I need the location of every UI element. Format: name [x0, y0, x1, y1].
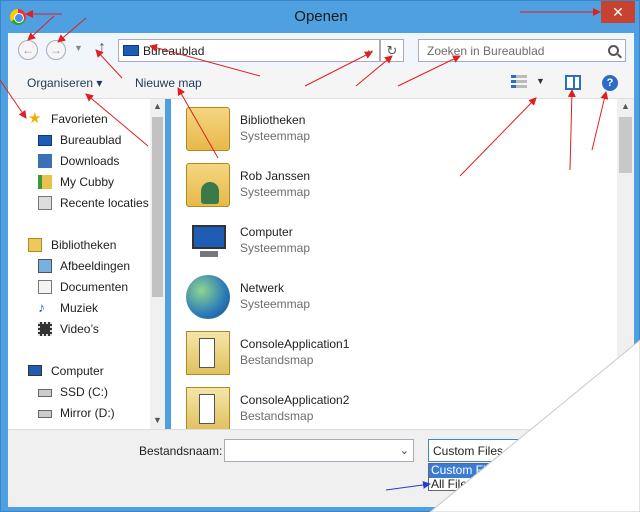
filetype-option-all[interactable]: All File	[429, 478, 497, 492]
address-text: Bureaublad	[143, 44, 205, 58]
scroll-down-icon[interactable]: ▼	[621, 415, 630, 425]
close-button[interactable]: ✕	[601, 1, 635, 23]
sidebar-item-drive-c[interactable]: SSD (C:)	[8, 382, 148, 402]
scroll-down-icon[interactable]: ▼	[153, 415, 162, 425]
list-item[interactable]: ConsoleApplication1 Bestandsmap	[186, 327, 586, 383]
file-list-scrollbar[interactable]: ▲ ▼	[617, 99, 634, 429]
list-item[interactable]: Netwerk Systeemmap	[186, 271, 586, 327]
recent-locations-dropdown-icon[interactable]: ▼	[74, 43, 83, 53]
navigation-pane: ★ Favorieten Bureaublad Downloads My Cub…	[8, 99, 165, 429]
help-icon[interactable]: ?	[602, 75, 618, 91]
user-folder-icon	[186, 163, 230, 207]
network-icon	[186, 275, 230, 319]
sidebar-item-favorites[interactable]: ★ Favorieten	[8, 109, 148, 129]
search-icon[interactable]	[608, 45, 619, 56]
computer-icon	[28, 365, 42, 376]
libraries-folder-icon	[186, 107, 230, 151]
sidebar-item-drive-d[interactable]: Mirror (D:)	[8, 403, 148, 423]
star-icon: ★	[28, 110, 42, 127]
scroll-up-icon[interactable]: ▲	[621, 101, 630, 111]
organize-menu[interactable]: Organiseren ▾	[27, 76, 102, 90]
filetype-value: Custom Files	[433, 444, 504, 458]
pictures-icon	[38, 259, 52, 273]
sidebar-scrollbar[interactable]: ▲ ▼	[150, 99, 165, 429]
music-icon: ♪	[38, 299, 45, 315]
chevron-down-icon[interactable]: ⌄	[366, 43, 375, 56]
cubby-icon	[38, 175, 52, 189]
preview-pane-icon[interactable]	[565, 75, 581, 90]
filename-input[interactable]: ⌄	[224, 439, 414, 462]
sidebar-item-libraries[interactable]: Bibliotheken	[8, 235, 148, 255]
drive-icon	[38, 410, 52, 418]
sidebar-item-computer[interactable]: Computer	[8, 361, 148, 381]
sidebar-item-desktop[interactable]: Bureaublad	[8, 130, 148, 150]
list-item[interactable]: Computer Systeemmap	[186, 215, 586, 271]
chevron-down-icon[interactable]: ⌄	[602, 444, 611, 457]
sidebar-item-mycubby[interactable]: My Cubby	[8, 172, 148, 192]
libraries-icon	[28, 238, 42, 252]
cancel-button[interactable]: Annuleren	[529, 468, 613, 492]
list-item[interactable]: Bibliotheken Systeemmap	[186, 103, 586, 159]
filetype-dropdown-list: Custom Fi All File	[428, 463, 498, 491]
file-list: Bibliotheken Systeemmap Rob Janssen Syst…	[171, 99, 617, 431]
desktop-icon	[38, 135, 52, 146]
title-bar: Openen ✕	[1, 1, 640, 33]
view-dropdown-icon[interactable]: ▼	[536, 76, 545, 86]
command-bar: Organiseren ▾ Nieuwe map ▼ ?	[8, 67, 634, 99]
forward-arrow-icon[interactable]: →	[46, 40, 66, 60]
sidebar-item-documents[interactable]: Documenten	[8, 277, 148, 297]
sidebar-item-downloads[interactable]: Downloads	[8, 151, 148, 171]
filename-label: Bestandsnaam:	[139, 444, 223, 458]
search-placeholder: Zoeken in Bureaublad	[427, 44, 545, 58]
filetype-option-custom[interactable]: Custom Fi	[429, 464, 497, 478]
sidebar-item-videos[interactable]: Video’s	[8, 319, 148, 339]
search-input[interactable]: Zoeken in Bureaublad	[418, 39, 626, 62]
back-arrow-icon[interactable]: ←	[18, 40, 38, 60]
documents-icon	[38, 280, 52, 294]
project-folder-icon	[186, 331, 230, 375]
open-dialog: Openen ✕ ← → ▼ ↑ Bureaublad ⌄ ↻ Zoeken i…	[0, 0, 640, 512]
navigation-bar: ← → ▼ ↑ Bureaublad ⌄ ↻ Zoeken in Bureaub…	[8, 33, 634, 67]
scroll-up-icon[interactable]: ▲	[153, 101, 162, 111]
computer-icon	[186, 219, 230, 263]
downloads-icon	[38, 154, 52, 168]
sidebar-item-pictures[interactable]: Afbeeldingen	[8, 256, 148, 276]
project-folder-icon	[186, 387, 230, 431]
window-title: Openen	[294, 8, 348, 25]
view-options-icon[interactable]	[511, 75, 527, 90]
drive-icon	[38, 389, 52, 397]
desktop-icon	[123, 45, 139, 56]
file-list-scroll-thumb[interactable]	[619, 117, 632, 173]
user-icon	[201, 182, 219, 204]
up-arrow-icon[interactable]: ↑	[98, 39, 106, 57]
recent-icon	[38, 196, 52, 210]
address-bar[interactable]: Bureaublad ⌄	[118, 39, 380, 62]
filetype-select[interactable]: Custom Files ⌄	[428, 439, 616, 462]
sidebar-item-recent[interactable]: Recente locaties	[8, 193, 149, 213]
sidebar-item-music[interactable]: ♪ Muziek	[8, 298, 148, 318]
chevron-down-icon[interactable]: ⌄	[400, 444, 409, 457]
videos-icon	[38, 322, 52, 336]
open-split-button-arrow[interactable]: ▼	[498, 471, 518, 492]
sidebar-scroll-thumb[interactable]	[152, 117, 163, 297]
refresh-button[interactable]: ↻	[380, 39, 404, 62]
new-folder-button[interactable]: Nieuwe map	[135, 76, 202, 90]
dialog-footer: Bestandsnaam: ⌄ Custom Files ⌄ Custom Fi…	[8, 429, 634, 507]
list-item[interactable]: Rob Janssen Systeemmap	[186, 159, 586, 215]
